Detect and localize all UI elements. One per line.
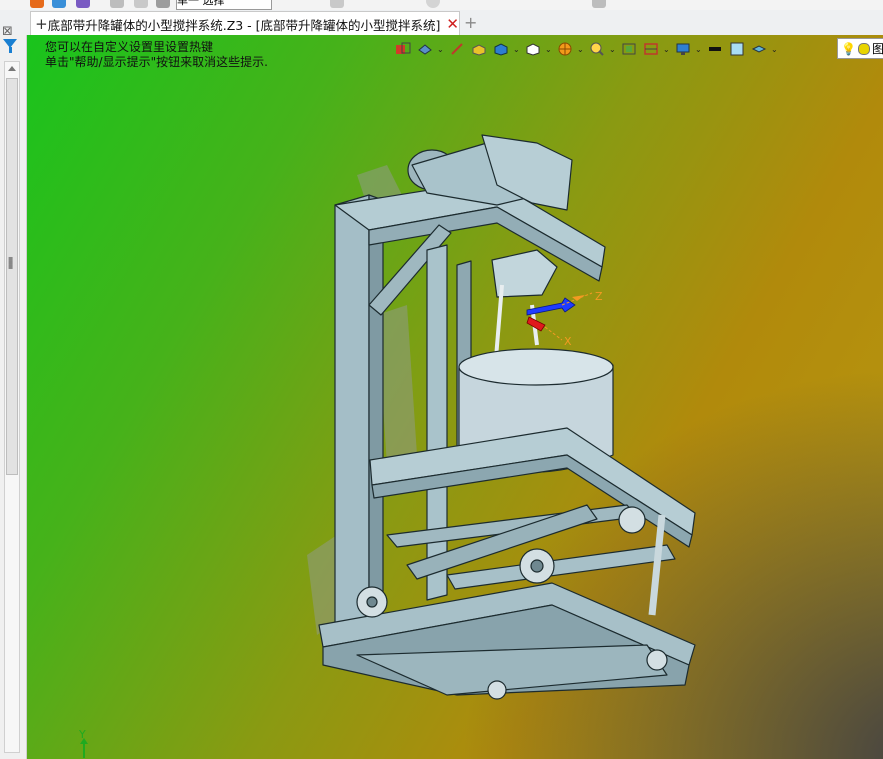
document-tab-bar: ⊠ + 底部带升降罐体的小型搅拌系统.Z3 - [底部带升降罐体的小型搅拌系统]… — [0, 10, 883, 39]
settings-icon[interactable] — [592, 0, 606, 8]
app-logo-icon[interactable] — [30, 0, 44, 8]
axis-gizmo[interactable]: Z X — [526, 290, 603, 348]
filter-icon-stem — [9, 47, 12, 53]
left-column — [334, 194, 370, 648]
add-tab-button[interactable]: + — [464, 13, 477, 32]
undo-icon[interactable] — [110, 0, 124, 8]
caster-wheel-front — [487, 680, 507, 700]
caster-wheel-bottom — [646, 649, 668, 671]
gizmo-x-label: X — [564, 335, 572, 348]
model-canvas[interactable]: Z X — [27, 35, 883, 759]
scroll-grip-icon: ▪ ▪ ▪ — [8, 254, 14, 271]
scroll-thumb[interactable] — [6, 78, 18, 475]
scroll-up-icon[interactable] — [8, 66, 16, 71]
left-panel-scrollbar[interactable]: ▪ ▪ ▪ — [4, 61, 20, 753]
selection-mode-combo[interactable]: 单一 选择 — [176, 0, 272, 10]
save-file-icon[interactable] — [76, 0, 90, 8]
open-file-icon[interactable] — [52, 0, 66, 8]
mid-post — [426, 244, 448, 601]
triad-y-label: Y — [79, 728, 86, 741]
query-icon[interactable] — [330, 0, 344, 8]
redo-icon[interactable] — [134, 0, 148, 8]
left-panel: ▪ ▪ ▪ — [0, 35, 27, 759]
caster-wheel-left-hub — [366, 596, 378, 608]
measure-icon[interactable] — [426, 0, 440, 8]
new-document-icon: + — [35, 15, 48, 33]
tank-rim — [458, 348, 614, 386]
filter-list-icon[interactable] — [156, 0, 170, 8]
tab-document[interactable]: + 底部带升降罐体的小型搅拌系统.Z3 - [底部带升降罐体的小型搅拌系统] ✕ — [30, 11, 460, 36]
graphics-viewport[interactable]: 您可以在自定义设置里设置热键 单击"帮助/显示提示"按钮来取消这些提示. ⌄ ⌄… — [27, 35, 883, 759]
gizmo-z-label: Z — [595, 290, 603, 303]
caster-wheel-right — [618, 506, 646, 534]
lift-handle — [648, 514, 666, 616]
caster-wheel-mid-hub — [530, 559, 544, 573]
tab-close-icon[interactable]: ✕ — [446, 15, 459, 33]
gizmo-x-axis-line — [544, 326, 563, 341]
left-column-side — [368, 194, 384, 636]
tab-document-title: 底部带升降罐体的小型搅拌系统.Z3 - [底部带升降罐体的小型搅拌系统] — [47, 17, 441, 33]
mixer-model[interactable] — [318, 134, 696, 700]
world-axis-triad: Y — [79, 728, 88, 758]
